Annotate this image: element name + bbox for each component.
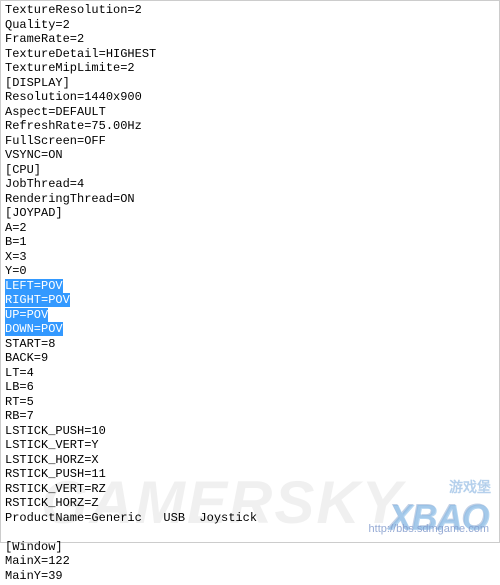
config-line[interactable]: TextureResolution=2 bbox=[5, 3, 495, 18]
selected-text[interactable]: RIGHT=POV bbox=[5, 293, 70, 307]
config-line[interactable]: [JOYPAD] bbox=[5, 206, 495, 221]
config-line[interactable]: A=2 bbox=[5, 221, 495, 236]
selected-text[interactable]: LEFT=POV bbox=[5, 279, 63, 293]
config-line[interactable]: RSTICK_HORZ=Z bbox=[5, 496, 495, 511]
config-line[interactable]: TextureMipLimite=2 bbox=[5, 61, 495, 76]
config-line[interactable]: UP=POV bbox=[5, 308, 495, 323]
config-line[interactable]: ProductName=Generic USB Joystick bbox=[5, 511, 495, 526]
config-line[interactable]: LSTICK_VERT=Y bbox=[5, 438, 495, 453]
config-line[interactable]: DOWN=POV bbox=[5, 322, 495, 337]
config-line[interactable]: RSTICK_VERT=RZ bbox=[5, 482, 495, 497]
config-line[interactable]: RefreshRate=75.00Hz bbox=[5, 119, 495, 134]
config-line[interactable]: TextureDetail=HIGHEST bbox=[5, 47, 495, 62]
config-line[interactable]: Y=0 bbox=[5, 264, 495, 279]
config-line[interactable]: Resolution=1440x900 bbox=[5, 90, 495, 105]
config-line[interactable]: START=8 bbox=[5, 337, 495, 352]
config-line[interactable]: RenderingThread=ON bbox=[5, 192, 495, 207]
config-line[interactable]: [Window] bbox=[5, 540, 495, 555]
config-line[interactable] bbox=[5, 525, 495, 540]
config-line[interactable]: X=3 bbox=[5, 250, 495, 265]
config-line[interactable]: RB=7 bbox=[5, 409, 495, 424]
config-line[interactable]: VSYNC=ON bbox=[5, 148, 495, 163]
config-line[interactable]: B=1 bbox=[5, 235, 495, 250]
config-line[interactable]: [DISPLAY] bbox=[5, 76, 495, 91]
config-line[interactable]: LEFT=POV bbox=[5, 279, 495, 294]
config-line[interactable]: LB=6 bbox=[5, 380, 495, 395]
config-line[interactable]: MainY=39 bbox=[5, 569, 495, 584]
config-line[interactable]: FullScreen=OFF bbox=[5, 134, 495, 149]
config-line[interactable]: LSTICK_PUSH=10 bbox=[5, 424, 495, 439]
config-line[interactable]: FrameRate=2 bbox=[5, 32, 495, 47]
config-line[interactable]: JobThread=4 bbox=[5, 177, 495, 192]
config-line[interactable]: RIGHT=POV bbox=[5, 293, 495, 308]
config-line[interactable]: Quality=2 bbox=[5, 18, 495, 33]
config-line[interactable]: RSTICK_PUSH=11 bbox=[5, 467, 495, 482]
config-line[interactable]: Aspect=DEFAULT bbox=[5, 105, 495, 120]
config-line[interactable]: LT=4 bbox=[5, 366, 495, 381]
config-line[interactable]: [CPU] bbox=[5, 163, 495, 178]
config-line[interactable]: RT=5 bbox=[5, 395, 495, 410]
config-line[interactable]: BACK=9 bbox=[5, 351, 495, 366]
selected-text[interactable]: DOWN=POV bbox=[5, 322, 63, 336]
config-line[interactable]: LSTICK_HORZ=X bbox=[5, 453, 495, 468]
text-editor-content[interactable]: TextureResolution=2Quality=2FrameRate=2T… bbox=[1, 1, 499, 585]
config-line[interactable]: MainX=122 bbox=[5, 554, 495, 569]
selected-text[interactable]: UP=POV bbox=[5, 308, 48, 322]
